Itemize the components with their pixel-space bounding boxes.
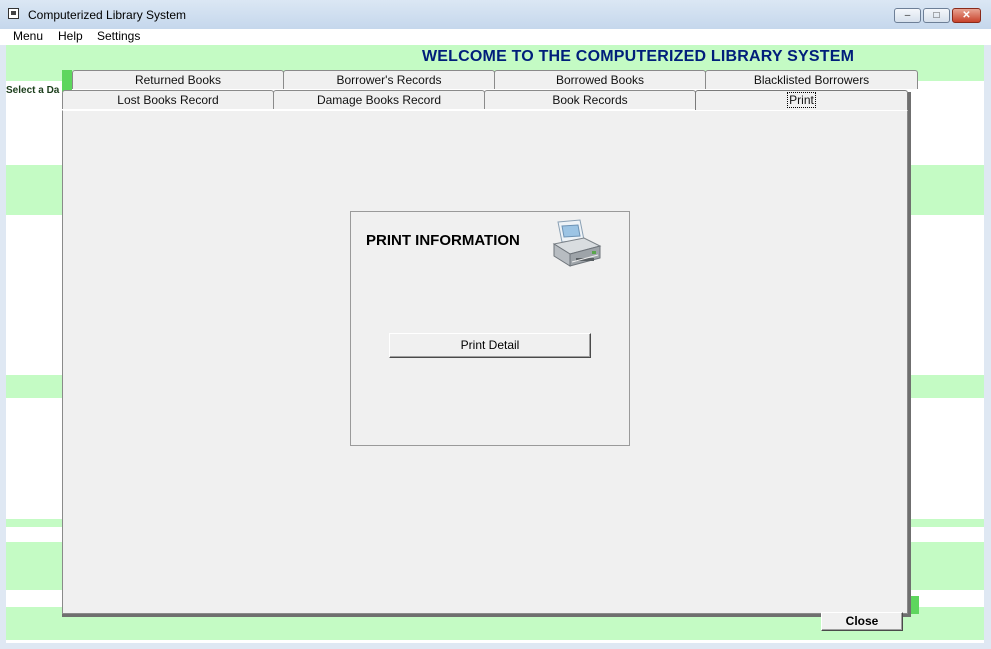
select-date-label: Select a Da <box>6 85 60 96</box>
close-button[interactable]: Close <box>821 612 903 631</box>
print-info-heading: PRINT INFORMATION <box>366 232 520 249</box>
tab-book-records[interactable]: Book Records <box>484 90 696 109</box>
title-bar: Computerized Library System – □ ✕ <box>0 0 991 30</box>
tab-returned-books[interactable]: Returned Books <box>72 70 284 89</box>
panel-shadow <box>62 614 911 617</box>
menu-item-menu[interactable]: Menu <box>13 29 43 43</box>
menu-item-settings[interactable]: Settings <box>97 29 140 43</box>
maximize-button[interactable]: □ <box>923 8 950 23</box>
tab-lost-books-record[interactable]: Lost Books Record <box>62 90 274 109</box>
tab-accent <box>910 596 919 614</box>
print-detail-button[interactable]: Print Detail <box>389 333 591 358</box>
panel-shadow <box>908 92 911 617</box>
tab-accent <box>62 70 72 92</box>
tab-print-label: Print <box>787 92 816 108</box>
menu-bar: Menu Help Settings <box>0 29 991 45</box>
print-detail-label: Print Detail <box>460 338 520 352</box>
printer-icon <box>552 219 602 267</box>
app-icon <box>8 8 19 19</box>
close-window-button[interactable]: ✕ <box>952 8 981 23</box>
window-title: Computerized Library System <box>28 8 187 22</box>
tab-borrowers-records[interactable]: Borrower's Records <box>283 70 495 89</box>
tab-damage-books-record[interactable]: Damage Books Record <box>273 90 485 109</box>
tab-borrowed-books[interactable]: Borrowed Books <box>494 70 706 89</box>
tab-blacklisted-borrowers[interactable]: Blacklisted Borrowers <box>705 70 918 89</box>
minimize-button[interactable]: – <box>894 8 921 23</box>
menu-item-help[interactable]: Help <box>58 29 83 43</box>
welcome-banner: WELCOME TO THE COMPUTERIZED LIBRARY SYST… <box>422 48 855 65</box>
tab-print[interactable]: Print <box>695 90 908 111</box>
